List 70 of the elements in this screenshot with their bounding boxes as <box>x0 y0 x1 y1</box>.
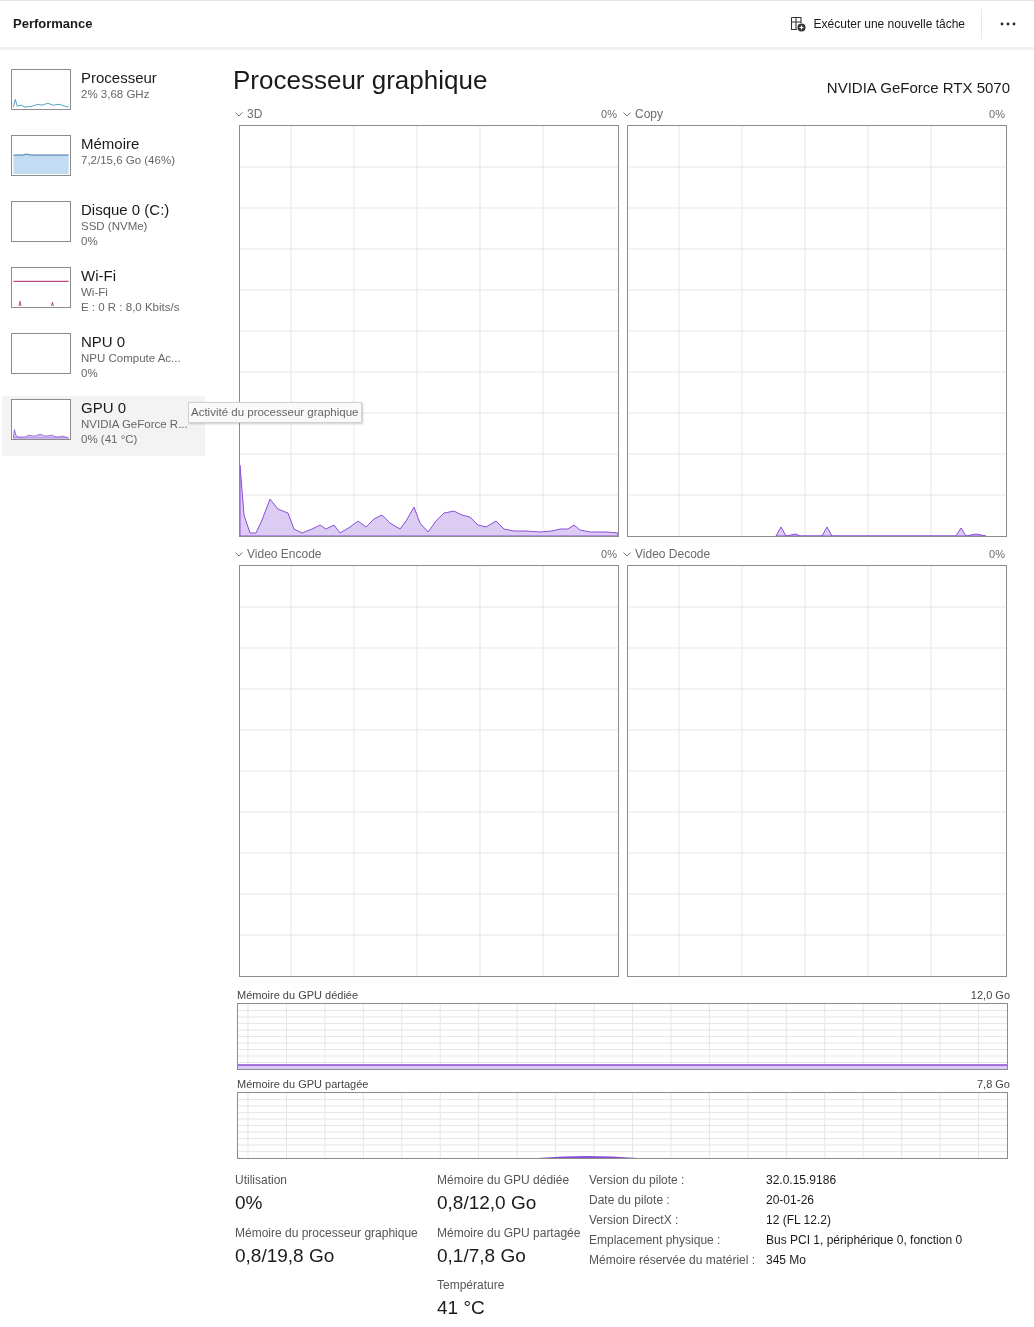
stat-value: 0,1/7,8 Go <box>437 1243 527 1268</box>
page-title: Performance <box>13 15 93 34</box>
sidebar-item[interactable]: Processeur 2% 3,68 GHz <box>2 66 205 126</box>
detail-value: 12 (FL 12.2) <box>766 1212 832 1229</box>
detail-value: 345 Mo <box>766 1252 808 1269</box>
item-detail: 2% 3,68 GHz <box>81 87 151 102</box>
engine-percent: 0% <box>989 546 1005 562</box>
chevron-down-icon[interactable] <box>235 111 243 117</box>
item-detail: E : 0 R : 8,0 Kbits/s <box>81 300 180 315</box>
add-task-icon <box>789 16 806 32</box>
item-title: Disque 0 (C:) <box>81 200 170 219</box>
item-detail: 0% <box>81 366 99 381</box>
engine-label: Copy <box>635 106 663 123</box>
tooltip: Activité du processeur graphique <box>188 402 362 424</box>
chart-label: Mémoire du GPU dédiée <box>237 988 359 1003</box>
item-detail: Wi-Fi <box>81 285 109 300</box>
gpu-title: Processeur graphique <box>233 64 488 97</box>
stat-label: Mémoire du GPU dédiée <box>437 1172 571 1189</box>
sparkline-thumbnail <box>11 399 71 440</box>
item-title: GPU 0 <box>81 398 127 417</box>
detail-value: 32.0.15.9186 <box>766 1172 838 1189</box>
item-detail: 7,2/15,6 Go (46%) <box>81 153 175 168</box>
chart-label: Mémoire du GPU partagée <box>237 1077 369 1092</box>
sparkline-thumbnail <box>11 69 71 110</box>
more-icon <box>1000 22 1016 26</box>
chart-max-label: 12,0 Go <box>970 988 1010 1003</box>
sparkline-thumbnail <box>11 333 71 374</box>
engine-percent: 0% <box>601 106 617 122</box>
detail-value: Bus PCI 1, périphérique 0, fonction 0 <box>766 1232 963 1249</box>
item-detail: NVIDIA GeForce R... <box>81 417 188 432</box>
sidebar-item[interactable]: Wi-Fi Wi-Fi E : 0 R : 8,0 Kbits/s <box>2 264 205 324</box>
chevron-down-icon[interactable] <box>623 111 631 117</box>
item-title: Mémoire <box>81 134 141 153</box>
sidebar-item[interactable]: NPU 0 NPU Compute Ac... 0% <box>2 330 205 390</box>
engine-percent: 0% <box>989 106 1005 122</box>
item-title: Processeur <box>81 68 157 87</box>
sparkline-thumbnail <box>11 267 71 308</box>
run-new-task-button[interactable]: Exécuter une nouvelle tâche <box>779 9 975 39</box>
stat-label: Température <box>437 1277 506 1294</box>
detail-label: Mémoire réservée du matériel : <box>589 1252 757 1269</box>
engine-label: 3D <box>247 106 263 123</box>
stat-value: 0,8/12,0 Go <box>437 1191 538 1215</box>
detail-label: Emplacement physique : <box>589 1232 722 1249</box>
engine-label: Video Decode <box>635 546 711 563</box>
item-detail: SSD (NVMe) <box>81 219 149 234</box>
gpu-model: NVIDIA GeForce RTX 5070 <box>826 77 1010 98</box>
item-title: Wi-Fi <box>81 266 117 285</box>
item-detail: 0% <box>81 234 99 249</box>
detail-label: Version DirectX : <box>589 1212 680 1229</box>
stat-value: 0% <box>235 1191 264 1215</box>
sidebar-item[interactable]: Disque 0 (C:) SSD (NVMe) 0% <box>2 198 205 258</box>
sparkline-thumbnail <box>11 135 71 176</box>
sparkline-thumbnail <box>11 201 71 242</box>
item-title: NPU 0 <box>81 332 127 351</box>
detail-label: Date du pilote : <box>589 1192 671 1209</box>
stat-value: 41 °C <box>437 1296 486 1320</box>
stat-label: Utilisation <box>235 1172 289 1189</box>
sidebar-item[interactable]: Mémoire 7,2/15,6 Go (46%) <box>2 132 205 192</box>
item-detail: NPU Compute Ac... <box>81 351 181 366</box>
chevron-down-icon[interactable] <box>235 551 243 557</box>
detail-value: 20-01-26 <box>766 1192 816 1209</box>
stat-label: Mémoire du processeur graphique <box>235 1224 419 1242</box>
item-detail: 0% (41 °C) <box>81 432 139 447</box>
stat-label: Mémoire du GPU partagée <box>437 1224 582 1242</box>
detail-label: Version du pilote : <box>589 1172 686 1189</box>
chevron-down-icon[interactable] <box>623 551 631 557</box>
stat-value: 0,8/19,8 Go <box>235 1243 336 1268</box>
engine-percent: 0% <box>601 546 617 562</box>
engine-label: Video Encode <box>247 546 322 563</box>
chart-max-label: 7,8 Go <box>976 1077 1010 1092</box>
